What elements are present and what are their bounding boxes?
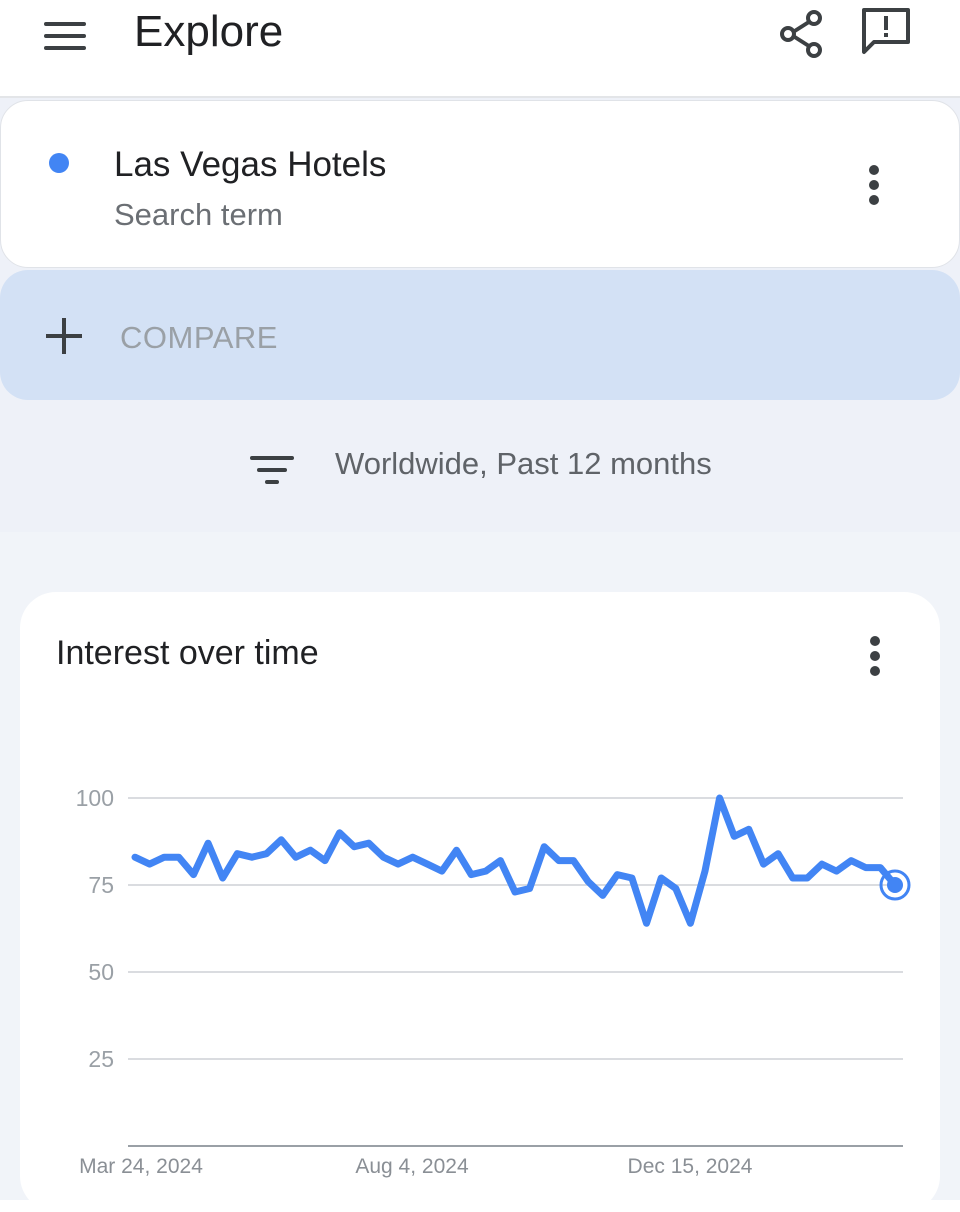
compare-label: COMPARE	[120, 320, 278, 355]
feedback-icon[interactable]	[858, 4, 914, 60]
y-tick-label: 25	[88, 1046, 114, 1072]
compare-button[interactable]: COMPARE	[0, 270, 960, 400]
plus-icon	[46, 318, 82, 354]
filter-summary: Worldwide, Past 12 months	[335, 446, 712, 481]
search-term-type: Search term	[114, 197, 283, 232]
x-tick-label: Dec 15, 2024	[628, 1155, 753, 1178]
menu-icon[interactable]	[40, 14, 92, 58]
y-tick-label: 50	[88, 959, 114, 985]
search-term-card[interactable]: Las Vegas Hotels Search term	[0, 100, 960, 268]
y-tick-label: 75	[88, 872, 114, 898]
series-line	[131, 794, 899, 927]
interest-line-chart: 25 50 75 100 Mar 24, 2024 Aug 4, 2024 Dec 15, …	[76, 785, 911, 1178]
series-color-dot	[49, 153, 69, 173]
filter-row[interactable]: Worldwide, Past 12 months	[0, 440, 960, 500]
x-tick-label: Mar 24, 2024	[79, 1155, 203, 1178]
page-title: Explore	[134, 7, 284, 56]
share-icon[interactable]	[776, 6, 828, 62]
x-tick-label: Aug 4, 2024	[355, 1155, 469, 1178]
app-bar: Explore	[0, 0, 960, 98]
search-term-name: Las Vegas Hotels	[114, 145, 387, 184]
last-point-marker	[887, 877, 903, 893]
interest-over-time-card: Interest over time 25 50 75 100 Mar 24, 2024…	[20, 592, 940, 1212]
more-vert-icon[interactable]	[855, 163, 895, 209]
filter-icon	[250, 452, 296, 488]
y-tick-label: 100	[76, 785, 114, 811]
